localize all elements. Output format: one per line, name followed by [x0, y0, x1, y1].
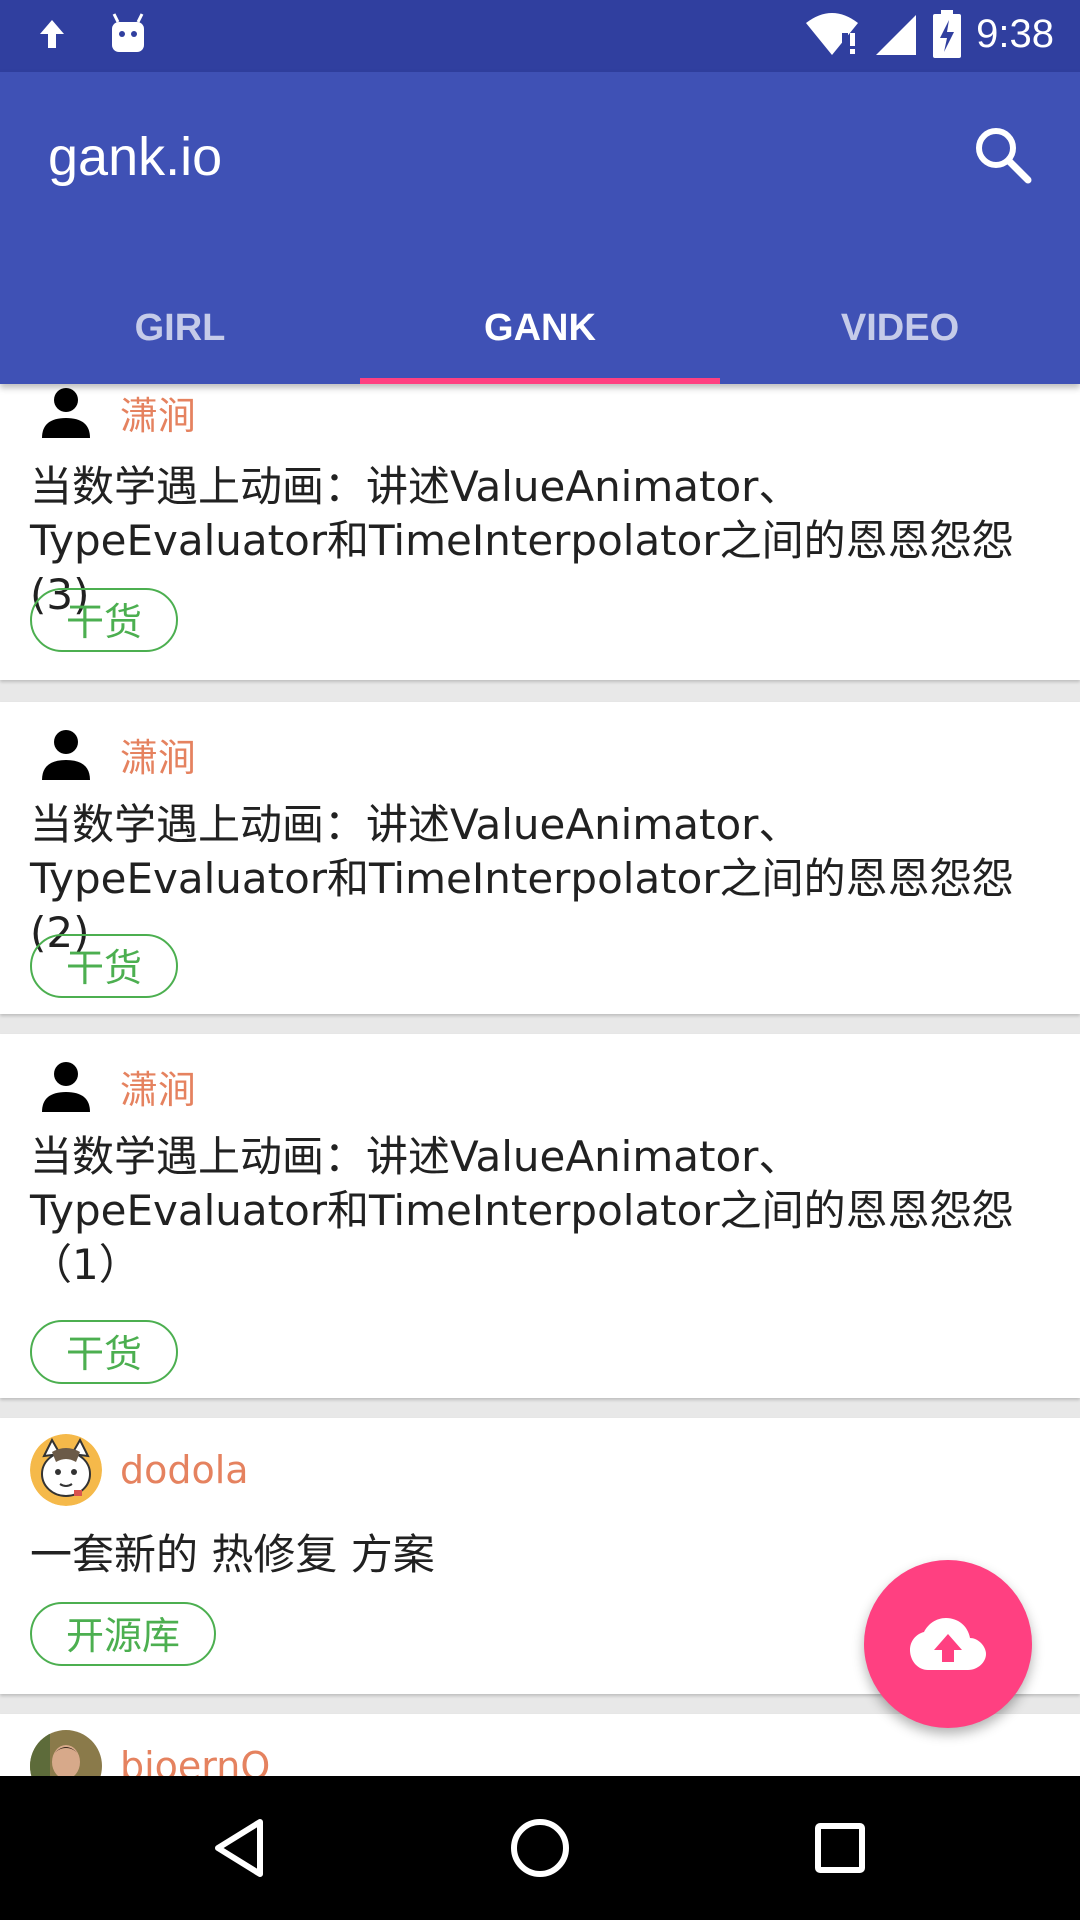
item-description: 当数学遇上动画：讲述ValueAnimator、TypeEvaluator和Ti… [30, 462, 1014, 619]
list-item[interactable]: 潇涧 当数学遇上动画：讲述ValueAnimator、TypeEvaluator… [0, 1034, 1080, 1398]
home-button[interactable] [504, 1812, 576, 1884]
list-item[interactable]: 潇涧 当数学遇上动画：讲述ValueAnimator、TypeEvaluator… [0, 702, 1080, 1014]
photo-avatar[interactable] [30, 1730, 102, 1776]
recents-icon [815, 1823, 865, 1873]
status-bar: 9:38 [0, 0, 1080, 72]
person-icon [42, 1062, 90, 1112]
list-item[interactable]: 潇涧 当数学遇上动画：讲述ValueAnimator、TypeEvaluator… [0, 384, 1080, 680]
author-name[interactable]: dodola [120, 1448, 249, 1492]
app-bar: gank.io GIRL GANK VIDEO [0, 72, 1080, 384]
battery-charging-icon [933, 10, 962, 58]
back-icon [215, 1819, 263, 1877]
app-title: gank.io [48, 127, 223, 187]
search-button[interactable] [968, 120, 1038, 190]
back-button[interactable] [204, 1812, 276, 1884]
author-name[interactable]: bjoernQ [120, 1744, 270, 1776]
wifi-alert-icon [806, 13, 859, 55]
list-item[interactable]: bjoernQ [0, 1714, 1080, 1776]
tag-badge[interactable]: 干货 [30, 588, 179, 652]
clock: 9:38 [976, 11, 1054, 56]
tag-badge[interactable]: 开源库 [30, 1602, 217, 1666]
cat-avatar[interactable] [30, 1434, 102, 1506]
item-description: 当数学遇上动画：讲述ValueAnimator、TypeEvaluator和Ti… [30, 800, 1014, 957]
author-name[interactable]: 潇涧 [120, 385, 196, 440]
cloud-upload-icon [910, 1618, 986, 1670]
search-icon [976, 128, 1032, 184]
upload-arrow-icon [40, 20, 64, 48]
home-icon [511, 1819, 569, 1877]
item-description: 当数学遇上动画：讲述ValueAnimator、TypeEvaluator和Ti… [30, 1132, 1014, 1289]
tab-girl[interactable]: GIRL [0, 272, 360, 384]
tab-indicator [360, 378, 720, 384]
tab-label: GANK [484, 306, 596, 349]
tab-video[interactable]: VIDEO [720, 272, 1080, 384]
recents-button[interactable] [804, 1812, 876, 1884]
signal-icon [876, 15, 917, 55]
tab-gank[interactable]: GANK [360, 272, 720, 384]
tag-badge[interactable]: 干货 [30, 1320, 179, 1384]
tab-label: VIDEO [840, 306, 960, 349]
person-icon [42, 730, 90, 780]
tag-badge[interactable]: 干货 [30, 934, 179, 998]
android-icon [112, 13, 144, 52]
upload-fab[interactable] [864, 1560, 1032, 1728]
tab-bar: GIRL GANK VIDEO [0, 272, 1080, 384]
navigation-bar [0, 1776, 1080, 1920]
author-name[interactable]: 潇涧 [120, 1059, 196, 1114]
author-name[interactable]: 潇涧 [120, 727, 196, 782]
tab-label: GIRL [134, 306, 226, 349]
person-icon [42, 388, 90, 438]
